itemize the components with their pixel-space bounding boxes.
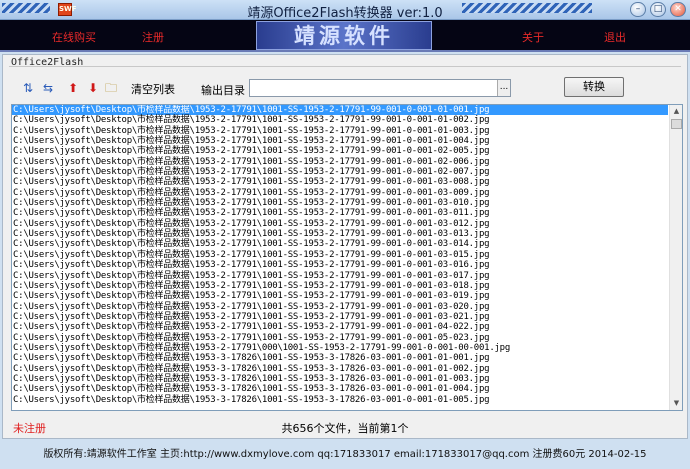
- list-item[interactable]: C:\Users\jysoft\Desktop\市检样品数据\1953-2-17…: [12, 219, 668, 229]
- output-dir-input[interactable]: [249, 79, 511, 97]
- list-item[interactable]: C:\Users\jysoft\Desktop\市检样品数据\1953-2-17…: [12, 250, 668, 260]
- list-item[interactable]: C:\Users\jysoft\Desktop\市检样品数据\1953-2-17…: [12, 291, 668, 301]
- browse-button[interactable]: ...: [497, 80, 510, 96]
- list-item[interactable]: C:\Users\jysoft\Desktop\市检样品数据\1953-2-17…: [12, 239, 668, 249]
- file-list[interactable]: C:\Users\jysoft\Desktop\市检样品数据\1953-2-17…: [11, 104, 683, 411]
- add-files-icon[interactable]: ⇅: [21, 81, 35, 95]
- list-item[interactable]: C:\Users\jysoft\Desktop\市检样品数据\1953-2-17…: [12, 157, 668, 167]
- list-item[interactable]: C:\Users\jysoft\Desktop\市检样品数据\1953-3-17…: [12, 374, 668, 384]
- list-item[interactable]: C:\Users\jysoft\Desktop\市检样品数据\1953-3-17…: [12, 353, 668, 363]
- list-item[interactable]: C:\Users\jysoft\Desktop\市检样品数据\1953-2-17…: [12, 188, 668, 198]
- restore-icon[interactable]: □: [650, 2, 666, 17]
- list-item[interactable]: C:\Users\jysoft\Desktop\市检样品数据\1953-2-17…: [12, 322, 668, 332]
- main-panel: Office2Flash ⇅ ⇆ ⬆ ⬇ 🗀 清空列表 输出目录 ... 转换 …: [2, 54, 688, 439]
- footer-copyright: 版权所有:靖源软件工作室 主页:http://www.dxmylove.com …: [43, 449, 647, 460]
- list-item[interactable]: C:\Users\jysoft\Desktop\市检样品数据\1953-2-17…: [12, 126, 668, 136]
- close-icon[interactable]: ✕: [670, 2, 686, 17]
- convert-button[interactable]: 转换: [564, 77, 624, 97]
- register-link[interactable]: 注册: [142, 29, 164, 45]
- list-item[interactable]: C:\Users\jysoft\Desktop\市检样品数据\1953-2-17…: [12, 177, 668, 187]
- brand-logo: 靖源软件: [256, 21, 432, 50]
- folder-icon[interactable]: 🗀: [104, 81, 118, 95]
- list-item[interactable]: C:\Users\jysoft\Desktop\市检样品数据\1953-3-17…: [12, 395, 668, 405]
- exit-link[interactable]: 退出: [604, 29, 626, 45]
- buy-online-link[interactable]: 在线购买: [52, 29, 96, 45]
- about-link[interactable]: 关于: [522, 29, 544, 45]
- list-item[interactable]: C:\Users\jysoft\Desktop\市检样品数据\1953-2-17…: [12, 167, 668, 177]
- list-item[interactable]: C:\Users\jysoft\Desktop\市检样品数据\1953-2-17…: [12, 333, 668, 343]
- list-item[interactable]: C:\Users\jysoft\Desktop\市检样品数据\1953-2-17…: [12, 271, 668, 281]
- minimize-icon[interactable]: –: [630, 2, 646, 17]
- list-item[interactable]: C:\Users\jysoft\Desktop\市检样品数据\1953-3-17…: [12, 364, 668, 374]
- list-item[interactable]: C:\Users\jysoft\Desktop\市检样品数据\1953-2-17…: [12, 281, 668, 291]
- title-bar: SWF 靖源Office2Flash转换器 ver:1.0 – □ ✕: [0, 0, 690, 21]
- list-item[interactable]: C:\Users\jysoft\Desktop\市检样品数据\1953-2-17…: [12, 343, 668, 353]
- list-item[interactable]: C:\Users\jysoft\Desktop\市检样品数据\1953-2-17…: [12, 105, 668, 116]
- scroll-up-icon[interactable]: ▲: [670, 105, 682, 118]
- clear-list-button[interactable]: 清空列表: [131, 81, 175, 97]
- vertical-scrollbar[interactable]: ▲ ▼: [669, 105, 682, 410]
- scroll-down-icon[interactable]: ▼: [670, 397, 682, 410]
- output-dir-label: 输出目录: [201, 84, 245, 97]
- file-rows: C:\Users\jysoft\Desktop\市检样品数据\1953-2-17…: [12, 105, 668, 405]
- title-decoration-right: [462, 3, 592, 13]
- list-item[interactable]: C:\Users\jysoft\Desktop\市检样品数据\1953-2-17…: [12, 260, 668, 270]
- list-item[interactable]: C:\Users\jysoft\Desktop\市检样品数据\1953-2-17…: [12, 229, 668, 239]
- list-item[interactable]: C:\Users\jysoft\Desktop\市检样品数据\1953-3-17…: [12, 384, 668, 394]
- banner: 在线购买 注册 靖源软件 关于 退出: [0, 20, 690, 52]
- list-item[interactable]: C:\Users\jysoft\Desktop\市检样品数据\1953-2-17…: [12, 146, 668, 156]
- scroll-thumb[interactable]: [671, 119, 682, 129]
- arrow-up-icon[interactable]: ⬆: [66, 81, 80, 95]
- add-folder-icon[interactable]: ⇆: [41, 81, 55, 95]
- list-item[interactable]: C:\Users\jysoft\Desktop\市检样品数据\1953-2-17…: [12, 136, 668, 146]
- list-item[interactable]: C:\Users\jysoft\Desktop\市检样品数据\1953-2-17…: [12, 208, 668, 218]
- arrow-down-icon[interactable]: ⬇: [86, 81, 100, 95]
- group-divider: [9, 66, 681, 67]
- list-item[interactable]: C:\Users\jysoft\Desktop\市检样品数据\1953-2-17…: [12, 198, 668, 208]
- file-count-status: 共656个文件，当前第1个: [281, 422, 409, 435]
- list-item[interactable]: C:\Users\jysoft\Desktop\市检样品数据\1953-2-17…: [12, 312, 668, 322]
- list-item[interactable]: C:\Users\jysoft\Desktop\市检样品数据\1953-2-17…: [12, 115, 668, 125]
- list-item[interactable]: C:\Users\jysoft\Desktop\市检样品数据\1953-2-17…: [12, 302, 668, 312]
